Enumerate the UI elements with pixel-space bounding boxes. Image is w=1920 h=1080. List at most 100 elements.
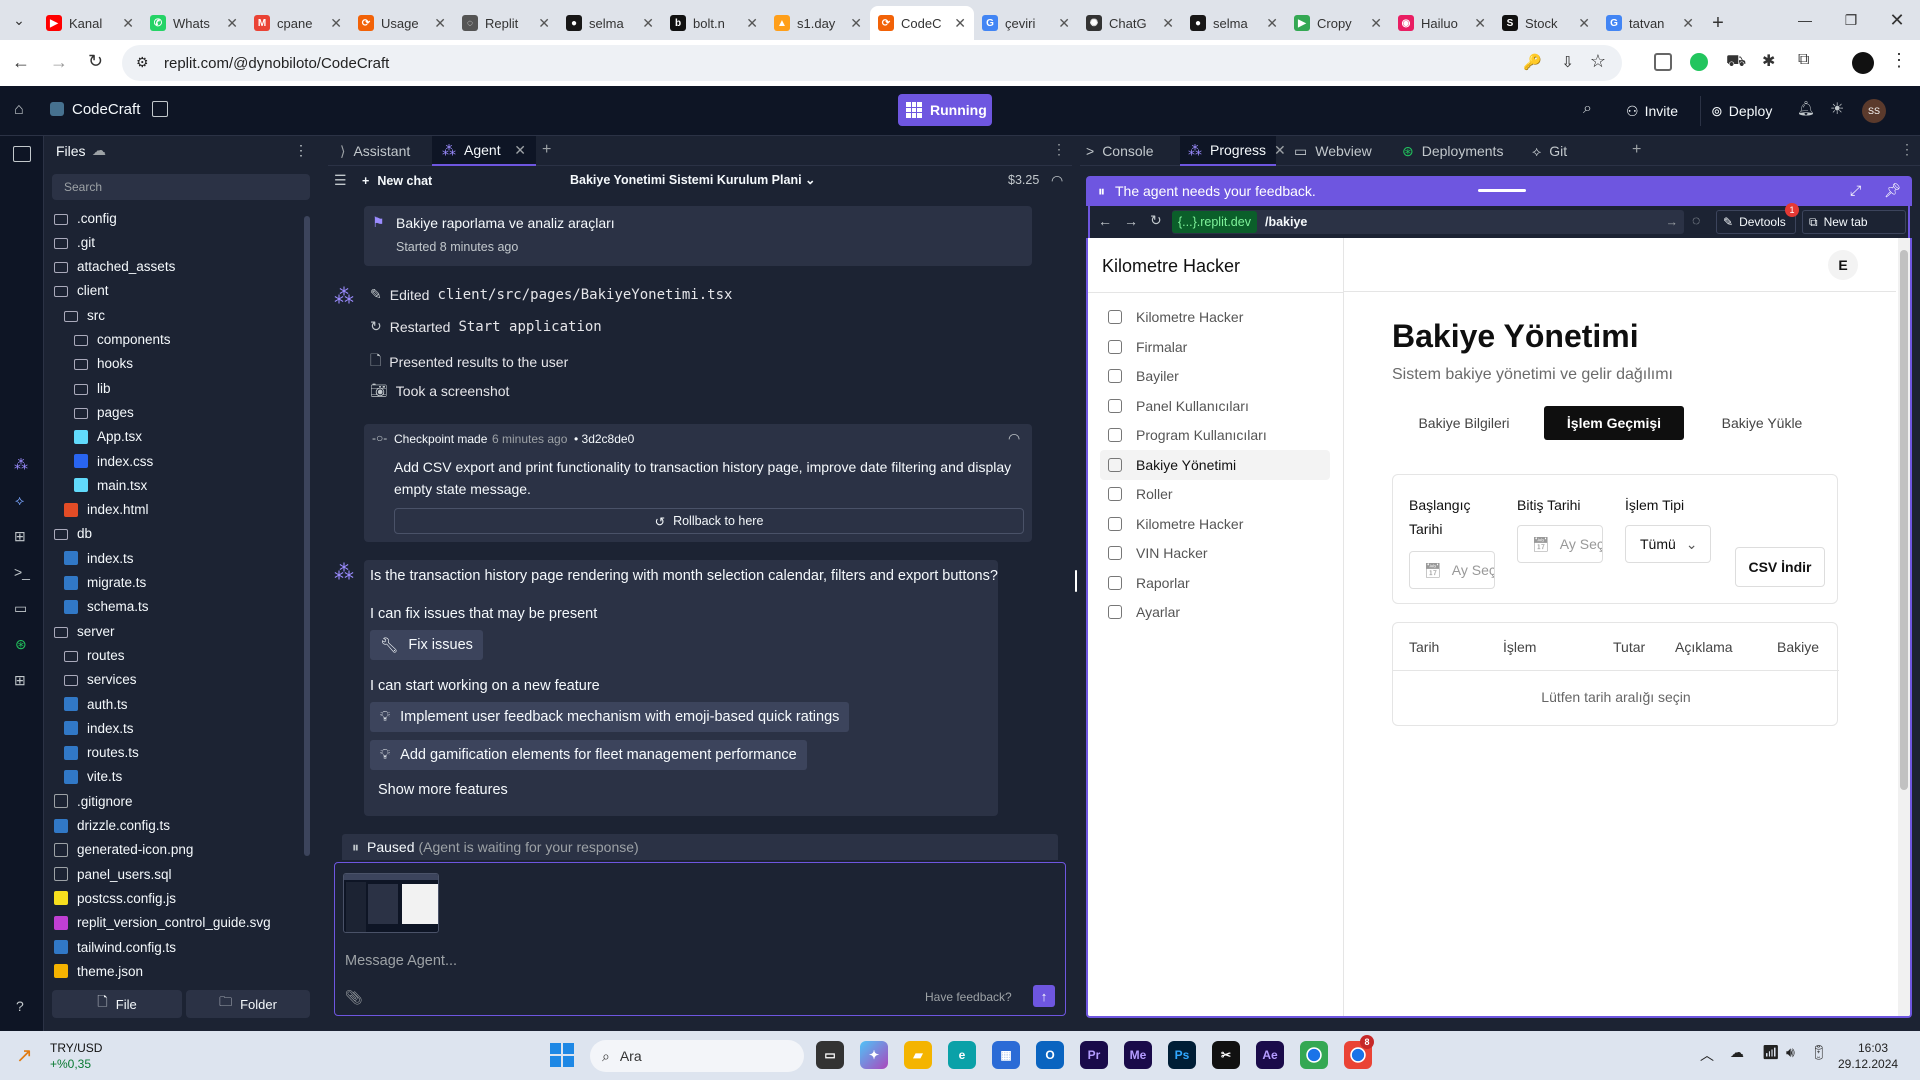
popout-icon[interactable]: ⤢ <box>1850 182 1861 199</box>
col-aciklama[interactable]: Açıklama <box>1675 639 1733 655</box>
show-more-features-link[interactable]: Show more features <box>378 782 508 798</box>
checkpoint-hash[interactable]: • 3d2c8de0 <box>574 432 634 446</box>
col-bakiye[interactable]: Bakiye <box>1777 639 1819 655</box>
app-nav-item[interactable]: VIN Hacker <box>1100 538 1330 568</box>
have-feedback-link[interactable]: Have feedback? <box>925 990 1012 1004</box>
agent-tool-icon[interactable]: ⁂ <box>14 456 28 473</box>
forward-icon[interactable]: → <box>50 52 68 73</box>
browser-tab[interactable]: ◌ Replit ✕ <box>454 6 558 40</box>
file-tree-folder[interactable]: db <box>44 522 92 546</box>
browser-tab[interactable]: b bolt.n ✕ <box>662 6 766 40</box>
webview-tool-icon[interactable]: ▭ <box>14 600 27 617</box>
panel-menu-icon[interactable]: ⋮ <box>1052 141 1066 158</box>
tab-progress[interactable]: ⁂ Progress ✕ <box>1180 136 1286 166</box>
panel-resize-handle[interactable] <box>1075 570 1077 592</box>
file-tree-folder[interactable]: server <box>44 619 115 643</box>
file-tree-file[interactable]: migrate.ts <box>44 571 146 595</box>
send-button[interactable]: ↑ <box>1033 985 1055 1007</box>
tab-assistant[interactable]: ⟩ Assistant <box>332 136 418 166</box>
taskbar-search[interactable]: ⌕ Ara <box>590 1040 804 1072</box>
file-tree-file[interactable]: tailwind.config.ts <box>44 935 176 959</box>
close-tab-icon[interactable]: ✕ <box>1266 15 1278 32</box>
file-tree-file[interactable]: index.ts <box>44 716 134 740</box>
project-name[interactable]: CodeCraft <box>72 101 140 118</box>
close-tab-icon[interactable]: ✕ <box>514 142 526 159</box>
clock-time[interactable]: 16:03 <box>1858 1041 1888 1055</box>
attached-screenshot-thumbnail[interactable] <box>343 873 439 933</box>
close-tab-icon[interactable]: ✕ <box>538 15 550 32</box>
shell-tool-icon[interactable]: >_ <box>14 564 30 580</box>
files-tool-icon[interactable] <box>13 146 31 162</box>
close-window-button[interactable]: ✕ <box>1874 0 1920 40</box>
fix-issues-button[interactable]: 🔧︎ Fix issues <box>370 630 483 660</box>
file-tree-file[interactable]: postcss.config.js <box>44 886 176 910</box>
file-tree-file[interactable]: auth.ts <box>44 692 128 716</box>
webview-forward-icon[interactable]: → <box>1124 213 1138 229</box>
files-menu-icon[interactable]: ⋮ <box>294 142 308 159</box>
file-tree-file[interactable]: generated-icon.png <box>44 838 193 862</box>
volume-icon[interactable]: 🔊︎ <box>1786 1044 1795 1061</box>
tab-git[interactable]: ⟡ Git <box>1532 136 1567 166</box>
home-icon[interactable]: ⌂ <box>14 101 24 119</box>
profile-avatar[interactable] <box>1852 52 1874 74</box>
close-tab-icon[interactable]: ✕ <box>1474 15 1486 32</box>
extension-green-icon[interactable] <box>1690 53 1708 71</box>
app-nav-item[interactable]: Roller <box>1100 479 1330 509</box>
clock-date[interactable]: 29.12.2024 <box>1838 1057 1898 1071</box>
close-tab-icon[interactable]: ✕ <box>1162 15 1174 32</box>
tab-islem-gecmisi[interactable]: İşlem Geçmişi <box>1544 406 1684 440</box>
browser-tab[interactable]: ▶ Cropy ✕ <box>1286 6 1390 40</box>
extensions-puzzle-icon[interactable]: ⧉ <box>1798 51 1809 69</box>
app-nav-item[interactable]: Panel Kullanıcıları <box>1100 391 1330 421</box>
close-tab-icon[interactable]: ✕ <box>1058 15 1070 32</box>
close-tab-icon[interactable]: ✕ <box>1682 15 1694 32</box>
close-tab-icon[interactable]: ✕ <box>642 15 654 32</box>
webview-back-icon[interactable]: ← <box>1098 213 1112 229</box>
file-tree-folder[interactable]: services <box>44 668 137 692</box>
reload-icon[interactable]: ↻ <box>88 51 103 72</box>
tab-bakiye-yukle[interactable]: Bakiye Yükle <box>1692 406 1832 440</box>
browser-tab[interactable]: ✺ ChatG ✕ <box>1078 6 1182 40</box>
capcut-icon[interactable]: ✂ <box>1212 1041 1240 1069</box>
deploy-tool-icon[interactable]: ⊛ <box>15 636 27 653</box>
open-arrow-icon[interactable]: → <box>1666 215 1679 229</box>
webview-url-field[interactable]: {...}.replit.dev /bakiye → <box>1172 210 1684 234</box>
edge-icon[interactable]: e <box>948 1041 976 1069</box>
browser-tab[interactable]: ▲ s1.day ✕ <box>766 6 870 40</box>
new-folder-button[interactable]: 🗀︎ Folder <box>186 990 310 1018</box>
tab-search-button[interactable]: ⌄ <box>0 0 38 40</box>
close-tab-icon[interactable]: ✕ <box>434 15 446 32</box>
file-tree-file[interactable]: schema.ts <box>44 595 149 619</box>
suggestion-chip-2[interactable]: 💡︎ Add gamification elements for fleet ma… <box>370 740 807 770</box>
battery-icon[interactable]: 🔋︎ <box>1810 1044 1828 1061</box>
close-tab-icon[interactable]: ✕ <box>954 15 966 32</box>
extension-gear-icon[interactable]: ✱ <box>1762 51 1775 71</box>
start-date-picker[interactable]: 📅︎ Ay Seç <box>1409 551 1495 589</box>
bell-icon[interactable]: 🔔︎ <box>1797 100 1815 117</box>
file-tree-file[interactable]: routes.ts <box>44 741 139 765</box>
ticker-name[interactable]: TRY/USD <box>50 1041 102 1055</box>
file-tree-folder[interactable]: hooks <box>44 352 133 376</box>
start-button[interactable] <box>550 1043 574 1067</box>
pin-icon[interactable]: 📌︎ <box>1884 182 1902 199</box>
premiere-icon[interactable]: Pr <box>1080 1041 1108 1069</box>
after-effects-icon[interactable]: Ae <box>1256 1041 1284 1069</box>
user-avatar[interactable]: SS <box>1862 99 1886 123</box>
drag-handle[interactable] <box>1478 189 1526 192</box>
browser-tab[interactable]: Gtatvan ✕ <box>1598 6 1702 40</box>
rollback-button[interactable]: ↺ Rollback to here <box>394 508 1024 534</box>
usage-gauge-icon[interactable]: ◠ <box>1051 172 1063 189</box>
message-input[interactable]: Message Agent... <box>345 953 1045 969</box>
file-tree-folder[interactable]: pages <box>44 400 134 424</box>
file-tree-file[interactable]: .gitignore <box>44 789 133 813</box>
file-tree-file[interactable]: theme.json <box>44 959 143 983</box>
chat-title-dropdown[interactable]: Bakiye Yonetimi Sistemi Kurulum Plani ⌄ <box>570 172 816 187</box>
url-field[interactable]: ⚙ replit.com/@dynobiloto/CodeCraft 🔑 ⇩ ☆ <box>122 45 1622 81</box>
file-tree-file[interactable]: index.ts <box>44 546 134 570</box>
app-nav-item[interactable]: Kilometre Hacker <box>1100 302 1330 332</box>
col-tutar[interactable]: Tutar <box>1613 639 1645 655</box>
file-tree-file[interactable]: index.css <box>44 449 153 473</box>
col-islem[interactable]: İşlem <box>1503 639 1536 655</box>
app-nav-item[interactable]: Program Kullanıcıları <box>1100 420 1330 450</box>
file-tree-folder[interactable]: components <box>44 328 171 352</box>
